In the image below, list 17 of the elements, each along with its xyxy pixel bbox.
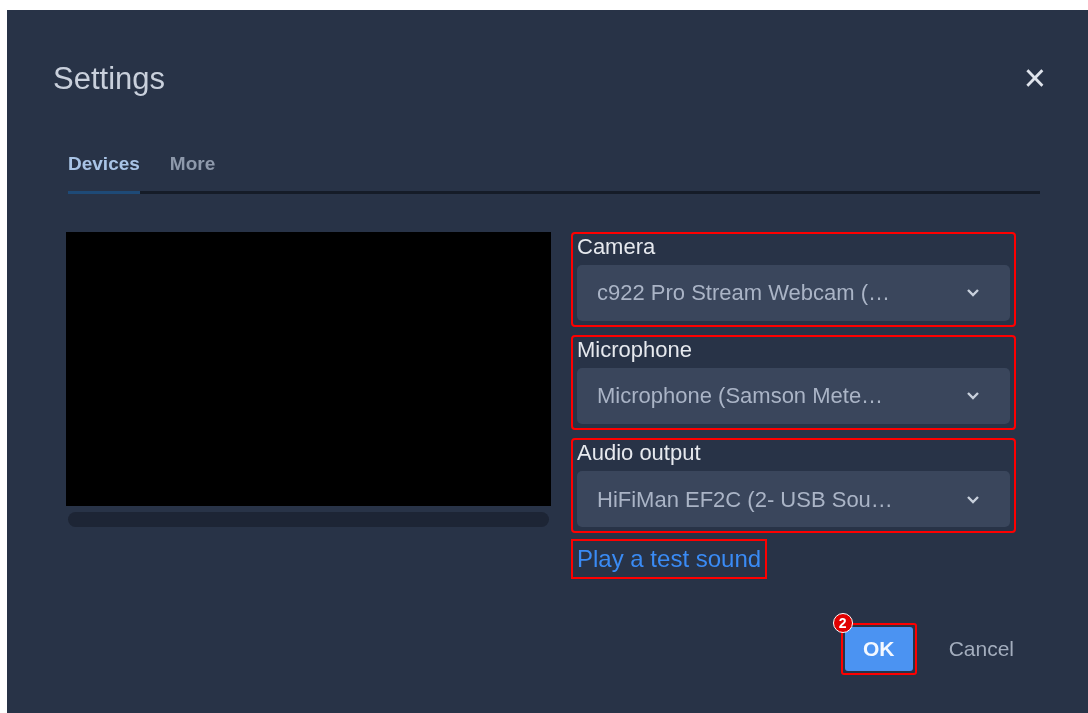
chevron-down-icon <box>966 288 980 298</box>
chevron-down-icon <box>966 391 980 401</box>
step-number-badge: 2 <box>832 613 853 634</box>
field-label: Microphone <box>577 337 693 362</box>
tab[interactable]: More <box>169 146 216 194</box>
cancel-button[interactable]: Cancel <box>946 631 1016 667</box>
dialog-title: Settings <box>53 62 165 94</box>
field-label: Audio output <box>577 440 702 466</box>
test-sound-link[interactable]: Play a test sound <box>571 539 768 580</box>
close-button[interactable]: × <box>1021 59 1048 97</box>
chevron-down-icon <box>966 494 980 504</box>
device-dropdown[interactable]: Microphone (Samson Mete… <box>577 367 1010 424</box>
tab[interactable]: Devices <box>68 146 140 194</box>
field-label: Camera <box>577 234 657 259</box>
device-dropdown[interactable]: HiFiMan EF2C (2- USB Sou… <box>577 471 1010 528</box>
device-dropdown[interactable]: c922 Pro Stream Webcam (… <box>577 264 1010 321</box>
ok-button[interactable]: OK <box>844 627 913 672</box>
